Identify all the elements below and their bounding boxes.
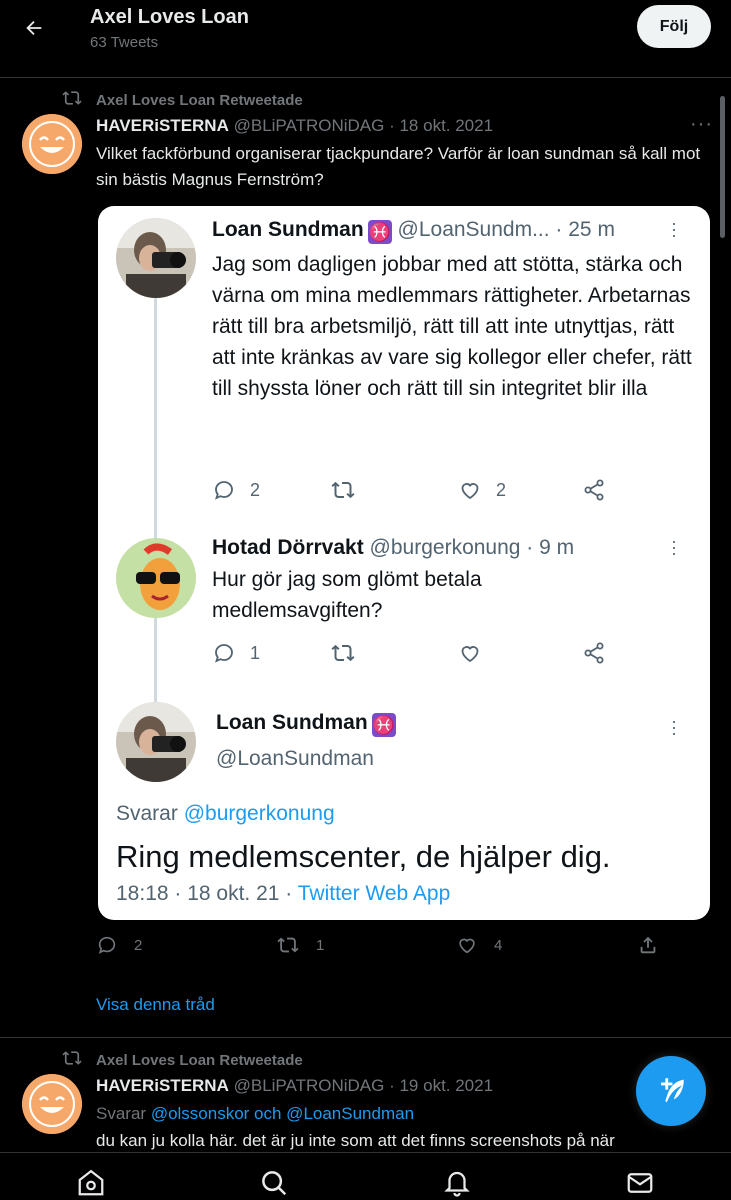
search-icon[interactable] [258, 1167, 290, 1199]
reply-icon [215, 644, 233, 663]
like-button[interactable]: 4 [456, 934, 502, 956]
avatar [116, 218, 196, 298]
retweet-count: 1 [316, 936, 325, 954]
show-thread-link[interactable]: Visa denna tråd [96, 995, 215, 1015]
retweet-button[interactable]: 1 [276, 934, 324, 956]
tweet-count: 63 Tweets [90, 34, 159, 51]
more-icon: · · · [671, 711, 677, 743]
tweet-actions: 2 1 4 [96, 934, 666, 964]
author-handle-date: @BLiPATRONiDAG · 19 okt. 2021 [233, 1076, 494, 1095]
scrollbar[interactable] [720, 96, 725, 238]
retweet-icon [331, 481, 355, 499]
post-text: Ring medlemscenter, de hjälper dig. [116, 839, 611, 874]
reply-count: 2 [212, 478, 260, 502]
avatar[interactable] [22, 1074, 82, 1134]
reply-count: 2 [134, 936, 143, 954]
share-button[interactable] [637, 934, 659, 956]
pisces-emoji: ♓ [371, 713, 396, 737]
pisces-emoji: ♓ [367, 220, 392, 244]
compose-icon [661, 1078, 684, 1103]
like-icon [459, 938, 475, 954]
back-arrow-icon[interactable] [18, 12, 50, 44]
retweet-icon [330, 641, 356, 665]
replying-to-link[interactable]: @olssonskor och @LoanSundman [151, 1104, 414, 1123]
page-title: Axel Loves Loan [90, 6, 249, 28]
reply-icon [215, 481, 233, 500]
retweet-icon [62, 1048, 82, 1072]
post-text: Hur gör jag som glömt betala medlemsavgi… [212, 568, 482, 622]
tweet-header: HAVERiSTERNA @BLiPATRONiDAG · 18 okt. 20… [96, 116, 493, 136]
profile-header: Axel Loves Loan 63 Tweets Följ [0, 0, 731, 78]
home-icon[interactable] [75, 1167, 107, 1199]
notifications-icon[interactable] [441, 1167, 473, 1199]
post-header: Loan Sundman ♓ @LoanSundm... · 25 m [212, 218, 615, 244]
tweet-header: HAVERiSTERNA @BLiPATRONiDAG · 19 okt. 20… [96, 1076, 493, 1096]
share-icon [582, 478, 606, 502]
post-header: Hotad Dörrvakt @burgerkonung · 9 m [212, 536, 574, 560]
post-meta: @burgerkonung · 9 m [369, 536, 575, 559]
retweet-indicator: Axel Loves Loan Retweetade [62, 1048, 303, 1072]
more-icon: · · · [671, 531, 677, 563]
post-author-name: Hotad Dörrvakt [212, 536, 364, 559]
follow-button[interactable]: Följ [637, 5, 711, 48]
like-icon [458, 641, 482, 665]
messages-icon[interactable] [624, 1167, 656, 1199]
replying-to: Svarar @burgerkonung [116, 802, 335, 825]
bottom-navigation [0, 1152, 731, 1200]
post-actions: 2 2 [212, 478, 612, 508]
avatar [116, 702, 196, 782]
post-text: Jag som dagligen jobbar med att stötta, … [212, 253, 692, 400]
author-name[interactable]: HAVERiSTERNA [96, 1076, 229, 1095]
post-author-name: Loan Sundman [212, 218, 364, 241]
reply-icon [98, 936, 116, 954]
replying-to: Svarar @olssonskor och @LoanSundman [96, 1104, 415, 1123]
reply-count: 1 [212, 641, 260, 665]
reply-button[interactable]: 2 [96, 934, 142, 956]
share-icon [582, 641, 606, 665]
like-count: 2 [458, 478, 506, 502]
author-name[interactable]: HAVERiSTERNA [96, 116, 229, 135]
thread-line [154, 298, 157, 706]
tweet-text: Vilket fackförbund organiserar tjackpund… [96, 144, 701, 189]
embedded-screenshot: Loan Sundman ♓ @LoanSundm... · 25 m · · · J… [98, 206, 710, 920]
share-icon [640, 936, 656, 954]
post-handle: @LoanSundman [216, 747, 374, 770]
compose-button[interactable] [636, 1056, 706, 1126]
retweet-indicator: Axel Loves Loan Retweetade [62, 88, 303, 112]
post-author-name: Loan Sundman ♓ [216, 711, 396, 737]
avatar[interactable] [22, 114, 82, 174]
retweet-count [330, 478, 356, 502]
like-icon [461, 483, 479, 500]
like-count: 4 [494, 936, 503, 954]
post-actions: 1 [212, 641, 612, 671]
divider [0, 1037, 731, 1038]
author-handle-date: @BLiPATRONiDAG · 18 okt. 2021 [233, 116, 494, 135]
tweet-text: du kan ju kolla här. det är ju inte som … [96, 1131, 615, 1150]
retweet-icon [62, 88, 82, 112]
post-timestamp: 18:18 · 18 okt. 21 · Twitter Web App [116, 882, 451, 905]
retweet-icon [277, 937, 299, 953]
post-meta: @LoanSundm... · 25 m [397, 218, 615, 241]
avatar [116, 538, 196, 618]
retweet-label: Axel Loves Loan Retweetade [96, 91, 303, 109]
more-icon[interactable]: ··· [690, 113, 713, 136]
retweet-label: Axel Loves Loan Retweetade [96, 1051, 303, 1069]
more-icon: · · · [671, 213, 677, 245]
